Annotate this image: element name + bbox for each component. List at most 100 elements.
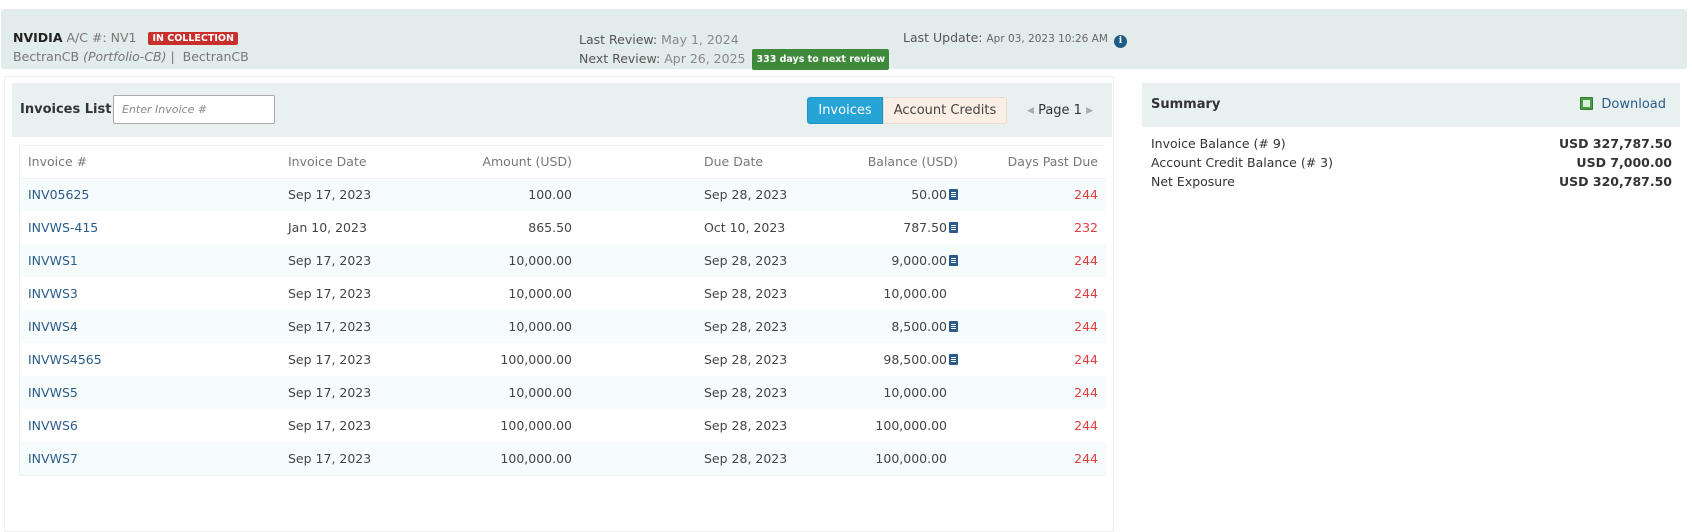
last-update-value: Apr 03, 2023 10:26 AM	[986, 33, 1108, 45]
last-review-label: Last Review:	[579, 32, 658, 47]
column-header[interactable]: Invoice Date	[280, 146, 420, 179]
portfolio-name: BectranCB	[13, 49, 80, 64]
days-past-due-cell-text: 244	[1074, 253, 1098, 268]
tab-invoices[interactable]: Invoices	[807, 97, 883, 124]
balance-cell-text: 100,000.00	[875, 418, 947, 433]
balance-cell: 787.50	[800, 211, 966, 244]
invoice-number-link-text[interactable]: INV05625	[28, 187, 89, 202]
days-past-due-cell: 244	[966, 409, 1106, 442]
days-past-due-cell: 244	[966, 277, 1106, 310]
document-icon[interactable]	[949, 354, 958, 365]
invoice-date-cell-text: Sep 17, 2023	[288, 319, 372, 334]
balance-cell: 50.00	[800, 178, 966, 211]
account-title: NVIDIA A/C #: NV1 IN COLLECTION	[13, 30, 238, 45]
invoice-date-cell: Jan 10, 2023	[280, 211, 420, 244]
chevron-right-icon[interactable]: ▶	[1086, 106, 1093, 116]
days-past-due-cell-text: 244	[1074, 385, 1098, 400]
due-date-cell-text: Sep 28, 2023	[704, 286, 788, 301]
due-date-cell-text: Sep 28, 2023	[704, 451, 788, 466]
document-icon[interactable]	[949, 189, 958, 201]
invoice-date-cell: Sep 17, 2023	[280, 310, 420, 343]
invoice-number-link-text[interactable]: INVWS4	[28, 319, 78, 334]
column-header[interactable]: Days Past Due	[966, 146, 1106, 179]
invoice-number-link-text[interactable]: INVWS4565	[28, 352, 102, 367]
tab-account-credits[interactable]: Account Credits	[883, 97, 1007, 124]
table-row: INVWS6 Sep 17, 2023 100,000.00 Sep 28, 2023…	[20, 409, 1106, 442]
days-past-due-cell-text: 244	[1074, 352, 1098, 367]
last-review-value: May 1, 2024	[661, 32, 739, 47]
invoice-date-cell: Sep 17, 2023	[280, 409, 420, 442]
balance-cell-text: 98,500.00	[883, 352, 947, 367]
invoice-date-cell: Sep 17, 2023	[280, 376, 420, 409]
portfolio-separator: |	[170, 49, 175, 64]
invoice-number-link-text[interactable]: INVWS1	[28, 253, 78, 268]
due-date-cell: Sep 28, 2023	[580, 442, 800, 475]
invoices-toolbar: Invoices List Invoices Account Credits ◀…	[12, 83, 1112, 137]
due-date-cell-text: Sep 28, 2023	[704, 385, 788, 400]
summary-label: Net Exposure	[1151, 174, 1235, 189]
due-date-cell-text: Sep 28, 2023	[704, 187, 788, 203]
invoice-date-cell-text: Sep 17, 2023	[288, 253, 372, 268]
amount-cell-text: 10,000.00	[508, 286, 572, 301]
days-past-due-cell: 244	[966, 343, 1106, 376]
column-header[interactable]: Due Date	[580, 146, 800, 179]
amount-cell: 100,000.00	[420, 343, 580, 376]
invoice-number-link-text[interactable]: INVWS6	[28, 418, 78, 433]
days-past-due-cell: 232	[966, 211, 1106, 244]
info-icon[interactable]: i	[1113, 35, 1127, 48]
balance-cell-text: 100,000.00	[875, 451, 947, 466]
amount-cell-text: 10,000.00	[508, 385, 572, 400]
summary-value: USD 7,000.00	[1576, 155, 1672, 170]
document-icon[interactable]	[949, 321, 958, 332]
invoice-number-link-text[interactable]: INVWS3	[28, 286, 78, 301]
invoice-number-link[interactable]: INVWS3	[20, 277, 280, 310]
invoice-number-link[interactable]: INVWS6	[20, 409, 280, 442]
account-header: NVIDIA A/C #: NV1 IN COLLECTION BectranC…	[1, 9, 1687, 70]
download-label: Download	[1601, 97, 1666, 112]
table-row: INVWS5 Sep 17, 2023 10,000.00 Sep 28, 2023 1…	[20, 376, 1106, 409]
table-row: INVWS7 Sep 17, 2023 100,000.00 Sep 28, 2023…	[20, 442, 1106, 475]
invoice-number-link-text[interactable]: INVWS-415	[28, 220, 98, 235]
invoice-date-cell: Sep 17, 2023	[280, 442, 420, 475]
column-header[interactable]: Balance (USD)	[800, 146, 966, 179]
invoices-table-wrapper: Invoice # Invoice Date Amount (USD) Due …	[19, 145, 1106, 476]
review-dates: Last Review: May 1, 2024 Next Review: Ap…	[579, 30, 890, 70]
amount-cell-text: 10,000.00	[508, 253, 572, 268]
download-button[interactable]: Download	[1580, 97, 1666, 112]
days-past-due-cell: 244	[966, 178, 1106, 211]
due-date-cell-text: Sep 28, 2023	[704, 352, 788, 367]
amount-cell: 865.50	[420, 211, 580, 244]
amount-cell-text: 100,000.00	[500, 352, 572, 367]
column-header[interactable]: Amount (USD)	[420, 146, 580, 179]
amount-cell-text: 10,000.00	[508, 319, 572, 334]
days-past-due-cell: 244	[966, 310, 1106, 343]
invoice-number-link-text[interactable]: INVWS7	[28, 451, 78, 466]
invoice-number-link-text[interactable]: INVWS5	[28, 385, 78, 400]
chevron-left-icon[interactable]: ◀	[1027, 106, 1034, 116]
amount-cell: 100.00	[420, 178, 580, 211]
pagination: ◀ Page 1 ▶	[1027, 103, 1093, 118]
summary-label: Invoice Balance (# 9)	[1151, 136, 1286, 151]
invoice-number-link[interactable]: INVWS-415	[20, 211, 280, 244]
last-review: Last Review: May 1, 2024	[579, 30, 889, 49]
due-date-cell-text: Sep 28, 2023	[704, 418, 788, 433]
balance-cell-text: 50.00	[911, 187, 947, 203]
invoice-number-link[interactable]: INVWS4	[20, 310, 280, 343]
column-header[interactable]: Invoice #	[20, 146, 280, 179]
invoice-number-link[interactable]: INVWS7	[20, 442, 280, 475]
document-icon[interactable]	[949, 255, 958, 266]
days-past-due-cell: 244	[966, 442, 1106, 475]
page-label: Page 1	[1038, 103, 1082, 118]
status-badge: IN COLLECTION	[148, 32, 238, 45]
invoice-number-link[interactable]: INVWS4565	[20, 343, 280, 376]
invoice-number-link[interactable]: INVWS1	[20, 244, 280, 277]
table-header-row: Invoice # Invoice Date Amount (USD) Due …	[20, 146, 1106, 179]
due-date-cell: Sep 28, 2023	[580, 409, 800, 442]
amount-cell: 10,000.00	[420, 310, 580, 343]
balance-cell-text: 9,000.00	[891, 253, 947, 268]
document-icon[interactable]	[949, 222, 958, 233]
invoice-search-input[interactable]	[113, 95, 275, 124]
account-number-label: A/C #:	[66, 30, 107, 45]
invoice-number-link[interactable]: INV05625	[20, 178, 280, 211]
invoice-number-link[interactable]: INVWS5	[20, 376, 280, 409]
